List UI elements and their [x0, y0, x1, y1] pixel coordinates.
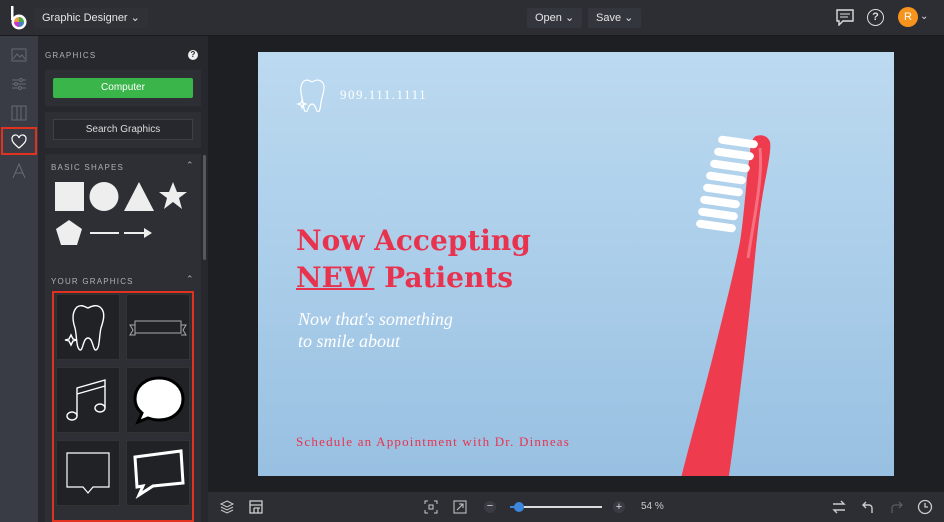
chevron-down-icon: ⌄ — [624, 12, 634, 24]
chevron-down-icon[interactable]: ⌄ — [920, 11, 928, 22]
image-icon[interactable] — [4, 42, 34, 68]
history-icon[interactable] — [917, 499, 933, 515]
heart-icon[interactable] — [1, 127, 37, 155]
comment-icon[interactable] — [836, 9, 854, 26]
open-label: Open — [535, 12, 562, 24]
arrow-shape[interactable] — [124, 228, 152, 238]
tool-rail — [0, 36, 38, 522]
redo-icon[interactable] — [889, 499, 905, 515]
banner-graphic[interactable] — [126, 294, 190, 360]
phone-number[interactable]: 909.111.1111 — [340, 87, 427, 103]
basic-shapes — [55, 182, 187, 245]
open-button[interactable]: Open ⌄ — [527, 8, 583, 28]
zoom-out-button[interactable]: − — [484, 501, 496, 513]
app-title-dropdown[interactable]: Graphic Designer ⌄ — [34, 8, 148, 28]
star-shape[interactable] — [159, 182, 187, 209]
avatar[interactable]: R — [898, 7, 918, 27]
fit-screen-icon[interactable] — [423, 499, 439, 515]
panel-scrollbar[interactable] — [203, 155, 206, 260]
headline-line-1[interactable]: Now Accepting — [296, 224, 531, 257]
app-title: Graphic Designer — [42, 12, 128, 24]
speech-bubble-graphic[interactable] — [126, 367, 190, 433]
sliders-icon[interactable] — [4, 71, 34, 97]
chat-bubble-graphic[interactable] — [126, 440, 190, 506]
design-canvas[interactable]: 909.111.1111 Now Accepting NEW Patients … — [258, 52, 894, 476]
basic-shapes-title: BASIC SHAPES — [51, 163, 125, 172]
zoom-level: 54 % — [641, 501, 664, 512]
subheading-line-2[interactable]: to smile about — [298, 331, 400, 352]
template-icon[interactable] — [248, 499, 264, 515]
chevron-down-icon: ⌄ — [564, 12, 575, 24]
save-label: Save — [596, 12, 622, 24]
panel-title: GRAPHICS — [45, 51, 97, 60]
undo-icon[interactable] — [860, 499, 876, 515]
save-button[interactable]: Save ⌄ — [588, 8, 642, 28]
toothbrush-image — [681, 135, 771, 476]
triangle-shape[interactable] — [124, 182, 154, 211]
your-graphics-grid — [52, 291, 194, 522]
zoom-in-button[interactable]: + — [613, 501, 625, 513]
square-shape[interactable] — [55, 182, 84, 211]
computer-upload-button[interactable]: Computer — [53, 78, 193, 98]
headline-new: NEW — [296, 261, 375, 294]
columns-icon[interactable] — [4, 100, 34, 126]
zoom-slider-handle[interactable] — [514, 502, 524, 512]
text-icon[interactable] — [4, 158, 34, 184]
pentagon-shape[interactable] — [56, 220, 82, 245]
layers-icon[interactable] — [219, 499, 235, 515]
app-logo[interactable] — [6, 4, 32, 32]
appointment-text[interactable]: Schedule an Appointment with Dr. Dinneas — [296, 434, 570, 450]
circle-shape[interactable] — [89, 182, 119, 211]
line-shape[interactable] — [90, 232, 119, 234]
search-graphics-button[interactable]: Search Graphics — [53, 119, 193, 140]
help-icon[interactable]: ? — [188, 50, 198, 60]
music-note-graphic[interactable] — [56, 367, 120, 433]
your-graphics-title: YOUR GRAPHICS — [51, 277, 134, 286]
subheading-line-1[interactable]: Now that's something — [298, 309, 453, 330]
top-bar: Graphic Designer ⌄ Open ⌄ Save ⌄ ? R ⌄ — [0, 0, 944, 36]
tooth-graphic[interactable] — [56, 294, 120, 360]
collapse-icon[interactable]: ⌃ — [186, 274, 194, 285]
tooth-logo-icon — [296, 79, 325, 112]
chevron-down-icon: ⌄ — [130, 12, 140, 24]
headline-patients: Patients — [374, 261, 514, 294]
swap-icon[interactable] — [831, 499, 847, 515]
callout-box-graphic[interactable] — [56, 440, 120, 506]
headline-line-2[interactable]: NEW Patients — [296, 261, 513, 294]
help-icon[interactable]: ? — [867, 9, 884, 26]
bottom-toolbar: − + 54 % — [208, 492, 944, 522]
zoom-slider[interactable] — [510, 502, 602, 512]
expand-icon[interactable] — [452, 499, 468, 515]
collapse-icon[interactable]: ⌃ — [186, 160, 194, 171]
